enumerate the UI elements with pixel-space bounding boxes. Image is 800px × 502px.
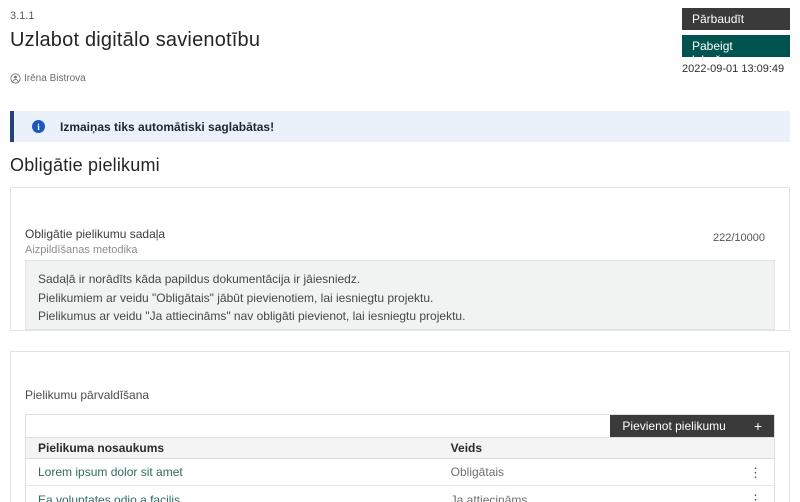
kebab-menu-icon[interactable]: ⋮ (746, 466, 762, 479)
attachments-table: Pievienot pielikumu + Pielikuma nosaukum… (25, 414, 775, 502)
attachments-card: Pielikumu pārvaldīšana Pievienot pieliku… (10, 351, 790, 502)
finish-editing-button[interactable]: Pabeigt labošanu (682, 35, 790, 57)
table-toolbar: Pievienot pielikumu + (26, 415, 774, 437)
attachment-type: Ja attiecināms (451, 493, 746, 502)
header-actions: Pārbaudīt Pabeigt labošanu 2022-09-01 13… (682, 8, 790, 75)
add-attachment-button-label: Pievienot pielikumu (622, 419, 725, 433)
autosave-banner-text: Izmaiņas tiks automātiski saglabātas! (60, 120, 274, 134)
char-counter: 222/10000 (713, 232, 765, 244)
methodology-card: Obligātie pielikumu sadaļa Aizpildīšanas… (10, 187, 790, 331)
table-header-row: Pielikuma nosaukums Veids (26, 437, 774, 459)
check-button[interactable]: Pārbaudīt (682, 8, 790, 30)
field-label: Obligātie pielikumu sadaļa (25, 227, 775, 241)
attachment-name-link[interactable]: Lorem ipsum dolor sit amet (38, 465, 451, 479)
field-sublabel: Aizpildīšanas metodika (25, 244, 775, 256)
autosave-banner: i Izmaiņas tiks automātiski saglabātas! (10, 111, 790, 142)
column-header-type: Veids (451, 441, 746, 455)
page-header: 3.1.1 Uzlabot digitālo savienotību Irēna… (10, 8, 790, 84)
textarea-line: Sadaļā ir norādīts kāda papildus dokumen… (38, 270, 762, 289)
section-heading: Obligātie pielikumi (10, 155, 790, 176)
attachment-type: Obligātais (451, 465, 746, 479)
column-header-name: Pielikuma nosaukums (38, 441, 451, 455)
textarea-line: Pielikumiem ar veidu "Obligātais" jābūt … (38, 289, 762, 308)
info-icon: i (32, 120, 45, 133)
last-saved-timestamp: 2022-09-01 13:09:49 (682, 63, 790, 75)
attachments-table-label: Pielikumu pārvaldīšana (25, 388, 775, 402)
user-row: Irēna Bistrova (10, 73, 260, 84)
user-icon (10, 73, 21, 84)
section-number: 3.1.1 (10, 10, 260, 22)
attachment-name-link[interactable]: Ea voluptates odio a facilis (38, 493, 451, 502)
table-row: Ea voluptates odio a facilis Ja attiecin… (26, 486, 774, 502)
user-name: Irēna Bistrova (24, 73, 86, 84)
page: 3.1.1 Uzlabot digitālo savienotību Irēna… (0, 0, 800, 502)
table-row: Lorem ipsum dolor sit amet Obligātais ⋮ (26, 459, 774, 486)
textarea-line: Pielikumus ar veidu "Ja attiecināms" nav… (38, 307, 762, 326)
add-attachment-button[interactable]: Pievienot pielikumu + (610, 415, 774, 437)
page-title: Uzlabot digitālo savienotību (10, 29, 260, 52)
methodology-textarea[interactable]: Sadaļā ir norādīts kāda papildus dokumen… (25, 260, 775, 330)
kebab-menu-icon[interactable]: ⋮ (746, 493, 762, 502)
header-left: 3.1.1 Uzlabot digitālo savienotību Irēna… (10, 8, 260, 84)
plus-icon: + (754, 418, 762, 434)
